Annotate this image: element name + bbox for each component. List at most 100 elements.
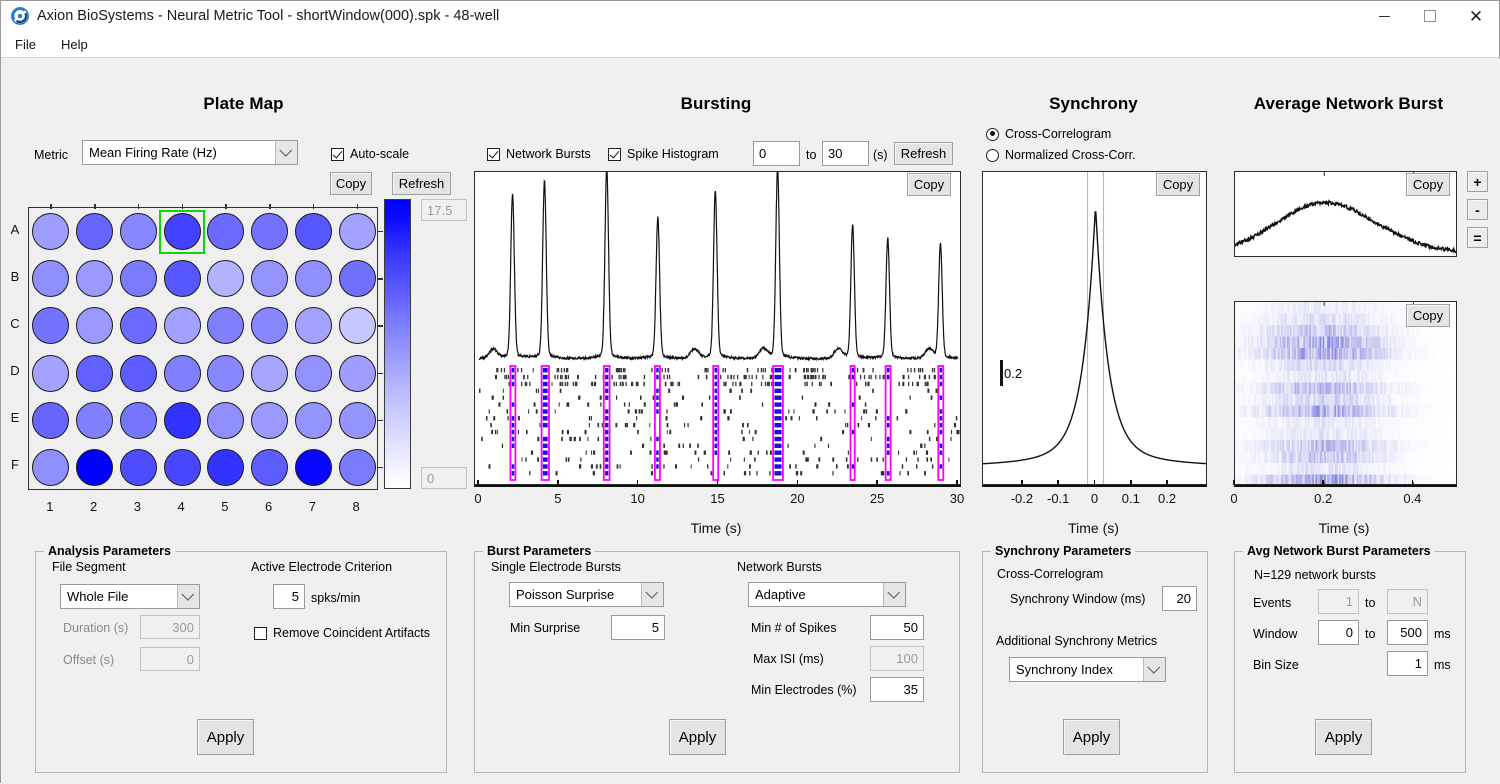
autoscale-checkbox[interactable]: Auto-scale [331,147,409,161]
well-C8[interactable] [339,307,376,344]
avg-network-burst-heatmap[interactable] [1234,301,1457,485]
bursting-range-to-input[interactable]: 30 [822,141,869,166]
synchrony-apply-button[interactable]: Apply [1063,719,1120,755]
minimize-button[interactable] [1361,1,1407,31]
events-to-input[interactable]: N [1387,589,1428,614]
close-button[interactable]: ✕ [1453,1,1499,31]
bursting-copy-button[interactable]: Copy [907,173,951,196]
anb-zoom-in-button[interactable]: + [1467,171,1488,192]
synchrony-window-input[interactable]: 20 [1162,586,1197,611]
well-A6[interactable] [251,213,288,250]
plate-grid[interactable] [28,207,378,490]
colorbar-max-field[interactable]: 17.5 [421,199,467,221]
well-B5[interactable] [207,260,244,297]
bursting-refresh-button[interactable]: Refresh [894,142,953,165]
well-F8[interactable] [339,449,376,486]
additional-metrics-select[interactable]: Synchrony Index [1009,657,1166,682]
well-A5[interactable] [207,213,244,250]
min-electrodes-input[interactable]: 35 [870,677,924,702]
well-D3[interactable] [120,355,157,392]
well-C6[interactable] [251,307,288,344]
events-from-input[interactable]: 1 [1318,589,1359,614]
well-C7[interactable] [295,307,332,344]
well-B4[interactable] [164,260,201,297]
well-F5[interactable] [207,449,244,486]
well-C1[interactable] [32,307,69,344]
network-bursts-checkbox[interactable]: Network Bursts [487,147,591,161]
well-A7[interactable] [295,213,332,250]
platemap-refresh-button[interactable]: Refresh [392,172,451,195]
analysis-apply-button[interactable]: Apply [197,719,254,755]
well-D2[interactable] [76,355,113,392]
synchrony-copy-button[interactable]: Copy [1156,173,1200,196]
well-C5[interactable] [207,307,244,344]
well-D4[interactable] [164,355,201,392]
well-F2[interactable] [76,449,113,486]
well-B8[interactable] [339,260,376,297]
anb-zoom-out-button[interactable]: - [1467,199,1488,220]
well-A1[interactable] [32,213,69,250]
colorbar-min-field[interactable]: 0 [421,467,467,489]
well-C2[interactable] [76,307,113,344]
min-spikes-input[interactable]: 50 [870,615,924,640]
bursting-plot[interactable] [474,171,961,485]
well-A8[interactable] [339,213,376,250]
well-F6[interactable] [251,449,288,486]
well-A3[interactable] [120,213,157,250]
well-D1[interactable] [32,355,69,392]
well-F7[interactable] [295,449,332,486]
synchrony-mode-normalized[interactable]: Normalized Cross-Corr. [986,148,1136,162]
maximize-button[interactable] [1407,1,1453,31]
menu-item-file[interactable]: File [4,34,47,55]
platemap-copy-button[interactable]: Copy [330,172,372,195]
bin-size-input[interactable]: 1 [1387,651,1428,676]
synchrony-plot[interactable] [982,171,1207,485]
duration-input[interactable]: 300 [140,615,200,639]
min-surprise-input[interactable]: 5 [611,615,665,640]
well-D8[interactable] [339,355,376,392]
burst-apply-button[interactable]: Apply [669,719,726,755]
well-E7[interactable] [295,402,332,439]
single-electrode-bursts-select[interactable]: Poisson Surprise [509,582,664,607]
well-E2[interactable] [76,402,113,439]
window-to-input[interactable]: 500 [1387,620,1428,645]
well-E6[interactable] [251,402,288,439]
offset-input[interactable]: 0 [140,647,200,671]
well-D6[interactable] [251,355,288,392]
well-F1[interactable] [32,449,69,486]
raster-spike [810,375,811,379]
well-E3[interactable] [120,402,157,439]
file-segment-select[interactable]: Whole File [60,584,200,609]
network-bursts-select[interactable]: Adaptive [748,582,906,607]
anb-apply-button[interactable]: Apply [1315,719,1372,755]
well-E1[interactable] [32,402,69,439]
well-D5[interactable] [207,355,244,392]
synchrony-mode-cross-correlogram[interactable]: Cross-Correlogram [986,127,1111,141]
well-B7[interactable] [295,260,332,297]
active-electrode-input[interactable]: 5 [273,584,305,609]
metric-select[interactable]: Mean Firing Rate (Hz) [82,140,298,165]
well-F4[interactable] [164,449,201,486]
well-D7[interactable] [295,355,332,392]
remove-artifacts-checkbox[interactable]: Remove Coincident Artifacts [254,626,430,640]
well-B1[interactable] [32,260,69,297]
spike-histogram-checkbox[interactable]: Spike Histogram [608,147,719,161]
bursting-range-from-input[interactable]: 0 [753,141,800,166]
well-B6[interactable] [251,260,288,297]
well-E8[interactable] [339,402,376,439]
window-from-input[interactable]: 0 [1318,620,1359,645]
raster-spike [650,451,652,455]
anb-zoom-reset-button[interactable]: = [1467,227,1488,248]
well-A2[interactable] [76,213,113,250]
anb-heatmap-copy-button[interactable]: Copy [1406,304,1450,327]
anb-trace-copy-button[interactable]: Copy [1406,173,1450,196]
well-E5[interactable] [207,402,244,439]
well-F3[interactable] [120,449,157,486]
max-isi-input[interactable]: 100 [870,646,924,671]
well-B2[interactable] [76,260,113,297]
well-C3[interactable] [120,307,157,344]
menu-item-help[interactable]: Help [50,34,99,55]
well-E4[interactable] [164,402,201,439]
well-B3[interactable] [120,260,157,297]
well-C4[interactable] [164,307,201,344]
